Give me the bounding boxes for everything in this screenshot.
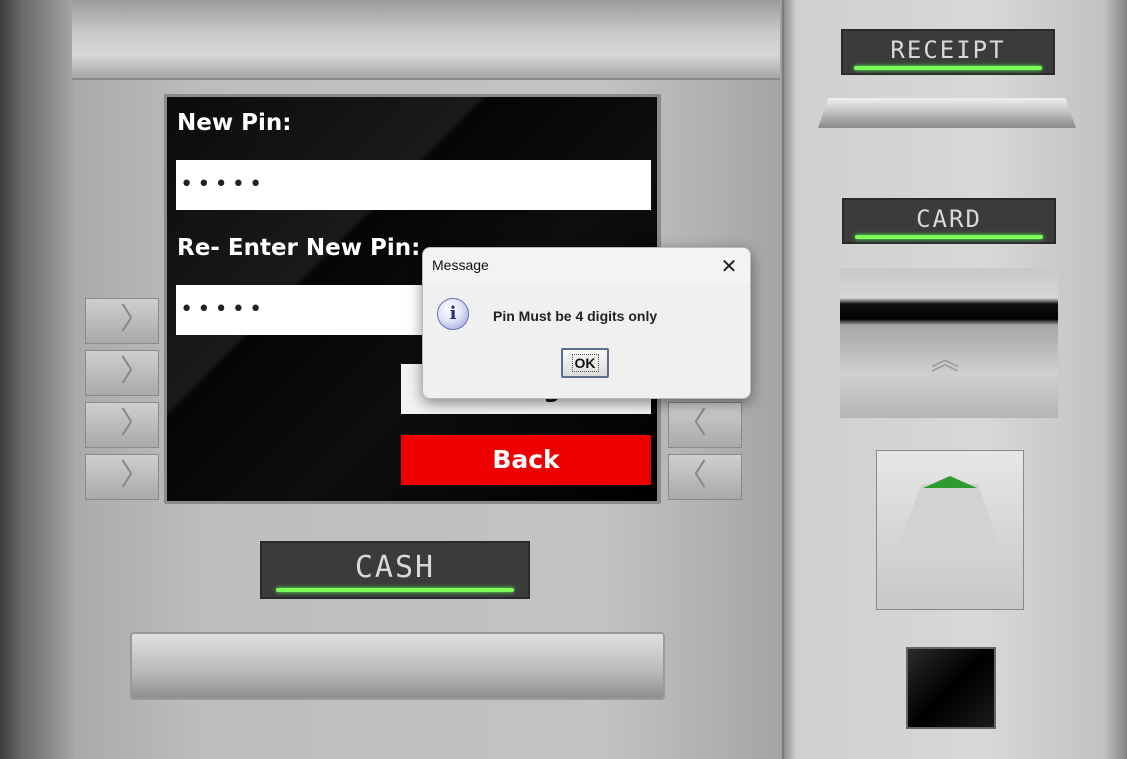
chevron-right-icon: 〉: [120, 302, 150, 337]
info-icon: i: [437, 298, 469, 330]
receipt-label-text: RECEIPT: [890, 36, 1006, 64]
card-led-indicator: [855, 235, 1043, 239]
dialog-title: Message: [432, 257, 489, 273]
chevron-left-icon: 〈: [677, 458, 707, 493]
cash-tray: [130, 632, 665, 700]
side-button-right-1[interactable]: 〈: [668, 402, 742, 448]
receipt-led-indicator: [854, 66, 1042, 70]
dialog-message: Pin Must be 4 digits only: [493, 308, 658, 324]
cash-led-indicator: [276, 588, 514, 592]
receipt-slot: [818, 98, 1076, 128]
side-button-left-4[interactable]: 〉: [85, 454, 159, 500]
new-pin-label: New Pin:: [177, 110, 292, 136]
reenter-pin-label: Re- Enter New Pin:: [177, 235, 421, 261]
dialog-titlebar[interactable]: Message ✕: [423, 248, 750, 285]
top-panel: [72, 0, 780, 80]
close-icon[interactable]: ✕: [713, 250, 745, 282]
side-button-right-2[interactable]: 〈: [668, 454, 742, 500]
ok-button-label: OK: [571, 354, 599, 372]
sensor-window: [906, 647, 996, 729]
cash-label-text: CASH: [354, 550, 436, 585]
new-pin-field[interactable]: •••••: [176, 160, 651, 210]
message-dialog: Message ✕ i Pin Must be 4 digits only OK: [422, 247, 751, 399]
side-button-left-3[interactable]: 〉: [85, 402, 159, 448]
ok-button[interactable]: OK: [561, 348, 609, 378]
back-button[interactable]: Back: [401, 435, 651, 485]
side-button-left-2[interactable]: 〉: [85, 350, 159, 396]
chevron-right-icon: 〉: [120, 458, 150, 493]
chevron-right-icon: 〉: [120, 354, 150, 389]
chevron-left-icon: 〈: [677, 406, 707, 441]
left-rail: [0, 0, 74, 759]
chevron-right-icon: 〉: [120, 406, 150, 441]
card-label-text: CARD: [916, 205, 982, 233]
side-button-left-1[interactable]: 〉: [85, 298, 159, 344]
card-insert-arrow-icon: ︽: [930, 343, 959, 376]
